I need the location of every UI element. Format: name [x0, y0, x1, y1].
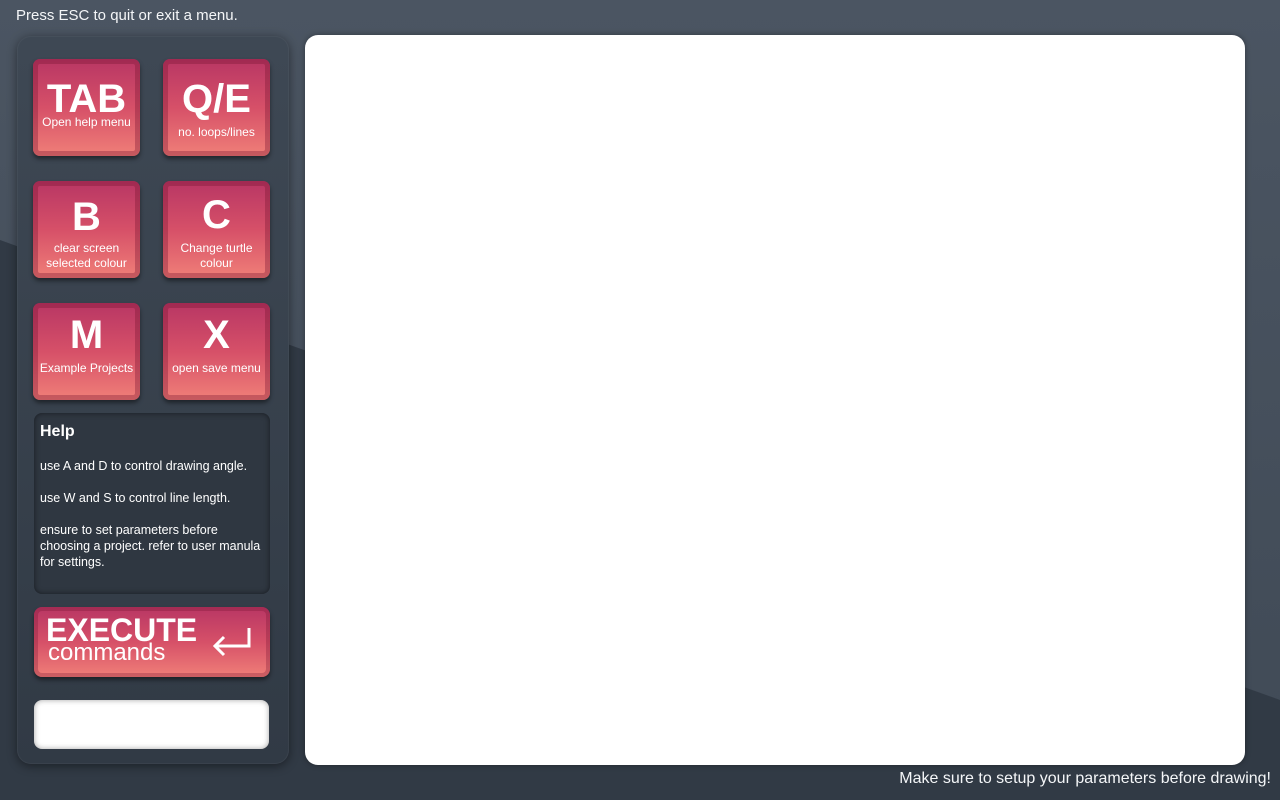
key-letter: M: [69, 313, 104, 357]
help-panel: Help use A and D to control drawing angl…: [34, 413, 270, 594]
b-key-button[interactable]: B clear screen selected colour: [33, 181, 140, 278]
x-key-button[interactable]: X open save menu: [163, 303, 270, 400]
key-description: Change turtle colour: [180, 241, 253, 270]
key-letter: C: [202, 193, 231, 237]
key-letter: X: [203, 313, 230, 357]
setup-reminder: Make sure to setup your parameters befor…: [899, 770, 1271, 787]
escape-hint: Press ESC to quit or exit a menu.: [16, 7, 238, 24]
key-description: Open help menu: [42, 115, 131, 129]
key-letter: B: [72, 195, 101, 239]
help-line-parameters: ensure to set parameters before choosing…: [40, 523, 261, 569]
m-key-button[interactable]: M Example Projects: [33, 303, 140, 400]
commands-label: commands: [48, 639, 166, 666]
key-description: Example Projects: [39, 361, 134, 375]
qe-key-button[interactable]: Q/E no. loops/lines: [163, 59, 270, 156]
c-key-button[interactable]: C Change turtle colour: [163, 181, 270, 278]
execute-commands-button[interactable]: EXECUTE commands: [34, 607, 270, 677]
return-arrow-icon: [212, 628, 251, 657]
help-line-angle: use A and D to control drawing angle.: [40, 459, 248, 473]
help-title: Help: [40, 423, 75, 440]
key-letter: TAB: [46, 77, 127, 121]
drawing-canvas[interactable]: [305, 35, 1245, 765]
key-description: no. loops/lines: [178, 125, 255, 139]
help-line-length: use W and S to control line length.: [40, 491, 231, 505]
key-description: open save menu: [172, 361, 261, 375]
command-input[interactable]: [34, 700, 269, 749]
key-description: clear screen selected colour: [46, 241, 127, 270]
tab-key-button[interactable]: TAB Open help menu: [33, 59, 140, 156]
key-letter: Q/E: [182, 77, 251, 121]
